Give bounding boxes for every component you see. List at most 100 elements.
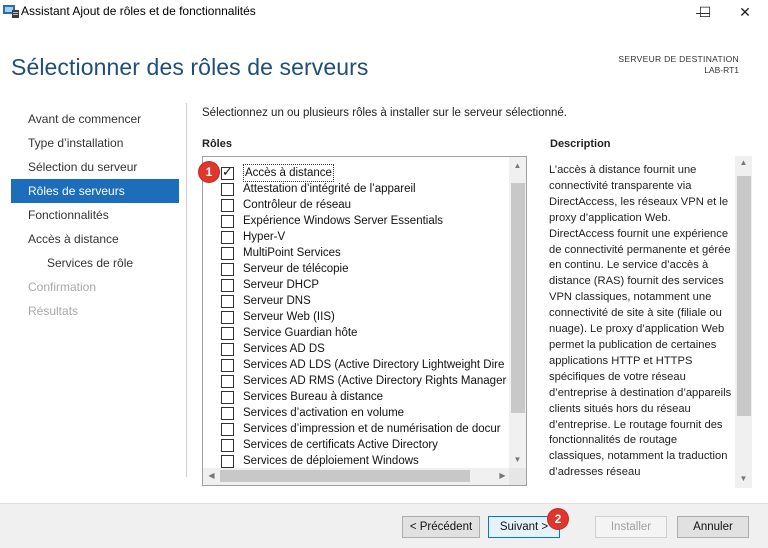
description-heading: Description xyxy=(550,138,611,150)
nav-divider xyxy=(186,103,187,477)
destination-server-label: SERVEUR DE DESTINATION xyxy=(618,54,739,64)
roles-heading: Rôles xyxy=(202,138,232,150)
role-item[interactable]: Serveur Web (IIS) xyxy=(221,309,335,325)
roles-list[interactable]: Accès à distance Attestation d’intégrité… xyxy=(202,156,527,486)
nav-item-server-selection[interactable]: Sélection du serveur xyxy=(11,155,179,179)
role-item-remote-access[interactable]: Accès à distance xyxy=(221,164,334,182)
role-item[interactable]: Services AD RMS (Active Directory Rights… xyxy=(221,373,506,389)
role-label: Serveur DHCP xyxy=(243,279,320,291)
role-checkbox[interactable] xyxy=(221,246,234,260)
role-item[interactable]: Serveur de télécopie xyxy=(221,261,348,277)
role-item[interactable]: Service Guardian hôte xyxy=(221,325,357,341)
role-label: Services d’activation en volume xyxy=(243,407,405,419)
role-checkbox[interactable] xyxy=(221,422,234,436)
scroll-up-icon[interactable]: ▲ xyxy=(735,158,752,167)
intro-text: Sélectionnez un ou plusieurs rôles à ins… xyxy=(202,107,568,119)
role-item[interactable]: Expérience Windows Server Essentials xyxy=(221,213,443,229)
description-text: L’accès à distance fournit une connectiv… xyxy=(549,164,732,479)
description-panel: L’accès à distance fournit une connectiv… xyxy=(549,156,752,488)
role-label: Services d’impression et de numérisation… xyxy=(243,423,501,435)
nav-item-server-roles[interactable]: Rôles de serveurs xyxy=(11,179,179,203)
role-checkbox[interactable] xyxy=(221,182,234,196)
nav-item-features[interactable]: Fonctionnalités xyxy=(11,203,179,227)
role-label: Serveur Web (IIS) xyxy=(243,311,335,323)
role-label: Services AD DS xyxy=(243,343,325,355)
role-checkbox[interactable] xyxy=(221,278,234,292)
role-item[interactable]: Services Bureau à distance xyxy=(221,389,383,405)
close-button[interactable]: ✕ xyxy=(722,0,768,26)
step-marker-1: 1 xyxy=(199,162,219,182)
role-checkbox[interactable] xyxy=(221,310,234,324)
scroll-down-icon[interactable]: ▼ xyxy=(509,455,526,464)
page-title: Sélectionner des rôles de serveurs xyxy=(11,54,369,80)
role-label: Services de certificats Active Directory xyxy=(243,439,438,451)
role-checkbox[interactable] xyxy=(221,214,234,228)
role-checkbox[interactable] xyxy=(221,294,234,308)
nav-item-before-you-begin[interactable]: Avant de commencer xyxy=(11,107,179,131)
role-checkbox[interactable] xyxy=(221,262,234,276)
maximize-icon: ☐ xyxy=(698,4,712,20)
roles-scroll-thumb[interactable] xyxy=(511,183,525,413)
install-button: Installer xyxy=(595,516,667,538)
step-marker-2: 2 xyxy=(548,509,568,529)
role-label: Hyper-V xyxy=(243,231,286,243)
role-item[interactable]: Attestation d’intégrité de l’appareil xyxy=(221,181,416,197)
role-label: Contrôleur de réseau xyxy=(243,199,352,211)
cancel-button[interactable]: Annuler xyxy=(677,516,749,538)
role-label: Attestation d’intégrité de l’appareil xyxy=(243,183,416,195)
role-label: Services Bureau à distance xyxy=(243,391,383,403)
description-scroll-thumb[interactable] xyxy=(737,176,751,416)
role-item[interactable]: Services d’impression et de numérisation… xyxy=(221,421,501,437)
role-checkbox[interactable] xyxy=(221,198,234,212)
window-title: Assistant Ajout de rôles et de fonctionn… xyxy=(21,4,256,18)
destination-server-value: LAB-RT1 xyxy=(704,65,739,75)
server-manager-icon xyxy=(3,5,19,18)
roles-horizontal-scrollbar[interactable]: ◀ ▶ xyxy=(203,468,511,485)
close-icon: ✕ xyxy=(739,4,751,20)
nav-item-role-services[interactable]: Services de rôle xyxy=(11,251,179,275)
role-item[interactable]: MultiPoint Services xyxy=(221,245,341,261)
role-label: Services de déploiement Windows xyxy=(243,455,419,467)
role-item[interactable]: Contrôleur de réseau xyxy=(221,197,351,213)
roles-hscroll-thumb[interactable] xyxy=(220,470,470,482)
role-checkbox[interactable] xyxy=(221,326,234,340)
role-checkbox[interactable] xyxy=(221,438,234,452)
role-checkbox[interactable] xyxy=(221,390,234,404)
scroll-down-icon[interactable]: ▼ xyxy=(735,474,752,483)
scroll-up-icon[interactable]: ▲ xyxy=(509,161,526,170)
role-item[interactable]: Serveur DNS xyxy=(221,293,311,309)
role-item[interactable]: Serveur DHCP xyxy=(221,277,319,293)
role-item[interactable]: Services d’activation en volume xyxy=(221,405,404,421)
title-bar: Assistant Ajout de rôles et de fonctionn… xyxy=(0,0,768,26)
scroll-corner xyxy=(509,468,526,485)
role-item[interactable]: Services AD DS xyxy=(221,341,325,357)
role-item[interactable]: Services AD LDS (Active Directory Lightw… xyxy=(221,357,504,373)
nav-item-results: Résultats xyxy=(28,304,79,318)
role-checkbox[interactable] xyxy=(221,406,234,420)
previous-button[interactable]: < Précédent xyxy=(402,516,480,538)
role-checkbox[interactable] xyxy=(221,230,234,244)
role-label: Services AD LDS (Active Directory Lightw… xyxy=(243,359,505,371)
role-label: Serveur DNS xyxy=(243,295,311,307)
role-item[interactable]: Hyper-V xyxy=(221,229,285,245)
nav-item-remote-access[interactable]: Accès à distance xyxy=(11,227,179,251)
roles-vertical-scrollbar[interactable]: ▲ ▼ xyxy=(509,157,526,469)
role-checkbox[interactable] xyxy=(221,454,234,468)
role-label: Expérience Windows Server Essentials xyxy=(243,215,444,227)
role-item[interactable]: Services de certificats Active Directory xyxy=(221,437,438,453)
scroll-left-icon[interactable]: ◀ xyxy=(203,471,220,480)
role-label: Serveur de télécopie xyxy=(243,263,349,275)
role-label: Services AD RMS (Active Directory Rights… xyxy=(243,375,507,387)
role-checkbox[interactable] xyxy=(221,342,234,356)
role-checkbox[interactable] xyxy=(221,164,234,180)
role-checkbox[interactable] xyxy=(221,374,234,388)
role-checkbox[interactable] xyxy=(221,358,234,372)
role-label: Service Guardian hôte xyxy=(243,327,358,339)
role-label: Accès à distance xyxy=(243,164,334,182)
nav-item-confirmation: Confirmation xyxy=(28,280,97,294)
nav-item-installation-type[interactable]: Type d’installation xyxy=(11,131,179,155)
description-scrollbar[interactable]: ▲ ▼ xyxy=(735,156,752,488)
wizard-nav: Avant de commencer Type d’installation S… xyxy=(11,107,179,323)
role-label: MultiPoint Services xyxy=(243,247,341,259)
role-item[interactable]: Services de déploiement Windows xyxy=(221,453,419,469)
